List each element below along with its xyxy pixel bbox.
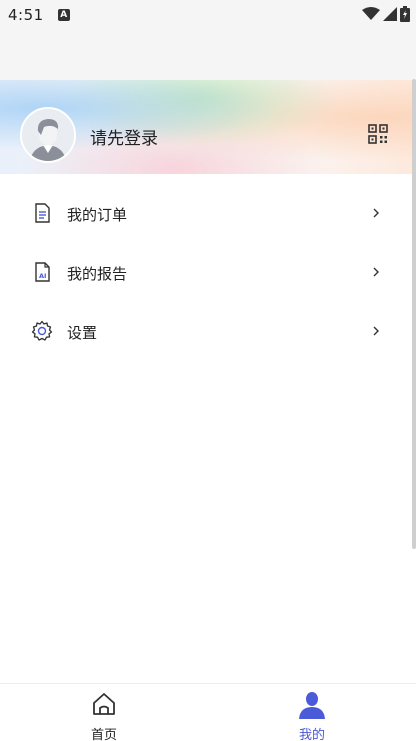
login-prompt[interactable]: 请先登录 bbox=[90, 124, 158, 149]
avatar[interactable] bbox=[20, 107, 76, 163]
chevron-right-icon bbox=[373, 208, 379, 218]
menu-label: 我的报告 bbox=[67, 265, 128, 283]
user-icon bbox=[299, 692, 325, 719]
status-bar: 4:51 A bbox=[0, 0, 416, 30]
default-avatar-icon bbox=[22, 109, 74, 161]
scrollbar[interactable] bbox=[412, 79, 416, 549]
menu-list: 我的订单 AI 我的报告 设置 bbox=[0, 184, 416, 361]
status-time: 4:51 bbox=[8, 6, 44, 24]
menu-item-orders[interactable]: 我的订单 bbox=[0, 184, 416, 243]
top-band bbox=[0, 30, 416, 80]
notification-badge-icon: A bbox=[57, 9, 70, 21]
wifi-icon bbox=[362, 7, 380, 20]
tab-label: 我的 bbox=[298, 728, 325, 741]
qr-code-icon[interactable] bbox=[368, 124, 388, 144]
bottom-tab-bar: 首页 我的 bbox=[0, 683, 416, 741]
chevron-right-icon bbox=[373, 267, 379, 277]
ai-report-icon: AI bbox=[35, 262, 50, 282]
tab-home[interactable]: 首页 bbox=[0, 684, 208, 741]
gear-icon bbox=[31, 320, 53, 341]
svg-text:AI: AI bbox=[39, 272, 46, 280]
chevron-right-icon bbox=[373, 326, 379, 336]
signal-icon bbox=[383, 7, 397, 21]
tab-label: 首页 bbox=[90, 728, 117, 741]
status-icons bbox=[362, 6, 410, 22]
battery-icon bbox=[400, 6, 410, 22]
home-icon bbox=[93, 693, 115, 715]
menu-label: 我的订单 bbox=[67, 206, 128, 224]
menu-item-settings[interactable]: 设置 bbox=[0, 302, 416, 361]
menu-label: 设置 bbox=[67, 324, 98, 342]
tab-mine[interactable]: 我的 bbox=[208, 684, 416, 741]
profile-header[interactable]: 请先登录 bbox=[0, 80, 416, 174]
order-document-icon bbox=[35, 203, 50, 223]
menu-item-reports[interactable]: AI 我的报告 bbox=[0, 243, 416, 302]
